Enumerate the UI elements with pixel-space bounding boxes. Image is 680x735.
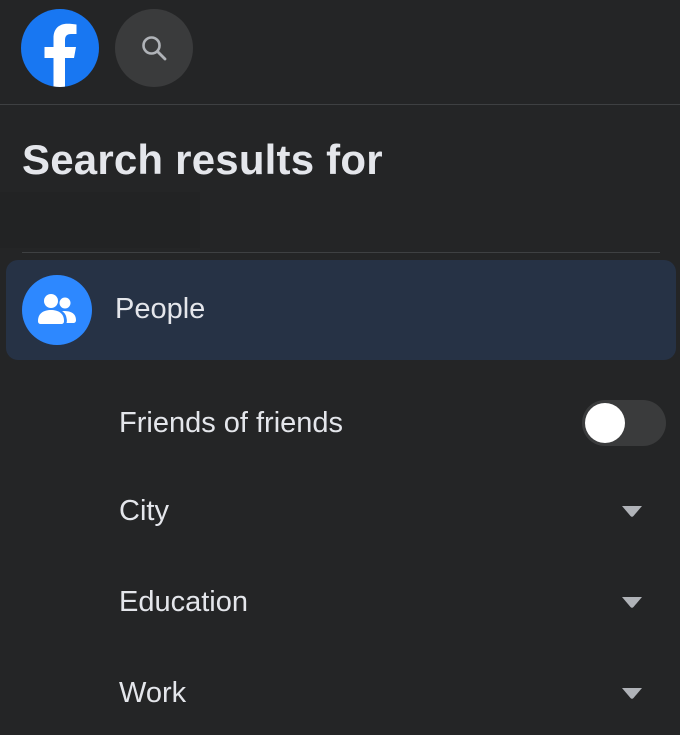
filter-education[interactable]: Education [118, 572, 668, 632]
page-title: Search results for [22, 136, 383, 183]
redacted-search-query [0, 192, 200, 248]
filter-category-people[interactable]: People [6, 260, 676, 360]
facebook-logo-icon[interactable] [21, 9, 99, 87]
chevron-down-icon [622, 597, 642, 608]
filter-label: Education [119, 586, 248, 618]
divider [22, 252, 660, 253]
filter-friends-of-friends: Friends of friends [118, 393, 668, 453]
chevron-down-icon [622, 688, 642, 699]
filter-label: Friends of friends [119, 407, 344, 439]
filter-label: City [119, 495, 169, 527]
search-results-page: Search results for People Friends of fri… [0, 0, 680, 735]
search-button[interactable] [115, 9, 193, 87]
chevron-down-icon [622, 506, 642, 517]
filter-city[interactable]: City [118, 481, 668, 541]
people-label: People [115, 293, 206, 325]
toggle-knob [585, 403, 625, 443]
filter-label: Work [119, 677, 187, 709]
friends-of-friends-toggle[interactable] [582, 400, 666, 446]
search-icon [142, 36, 167, 61]
people-icon [22, 275, 92, 345]
filter-work[interactable]: Work [118, 663, 668, 723]
top-bar [0, 0, 680, 105]
